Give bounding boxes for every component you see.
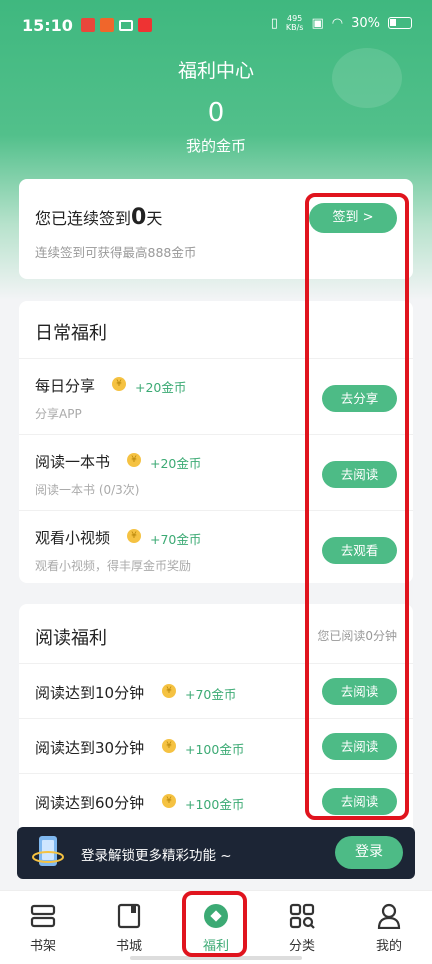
coin-icon: ¥ <box>162 794 176 808</box>
coins-label: 我的金币 <box>185 137 246 155</box>
task-desc: 阅读一本书 (0/3次) <box>35 483 140 497</box>
tab-bookstore[interactable]: 书城 <box>86 891 172 964</box>
category-icon <box>289 903 315 929</box>
coin-icon: ¥ <box>162 684 176 698</box>
network-speed-value: 495 <box>287 14 303 23</box>
coin-icon: ¥ <box>127 529 141 543</box>
profile-icon <box>377 903 401 929</box>
login-button[interactable]: 登录 <box>335 836 403 869</box>
annotation-highlight-actions <box>305 193 409 820</box>
sim-icon: ▣ <box>311 15 324 31</box>
coin-icon: ¥ <box>112 377 126 391</box>
checkin-subtitle: 连续签到可获得最高888金币 <box>35 245 197 260</box>
crown-icon <box>118 19 133 31</box>
task-reward: +20金币 <box>150 456 202 471</box>
status-indicators: ▯ 495 KB/s ▣ ◠ 30% <box>271 14 412 32</box>
task-reward: +70金币 <box>185 687 237 702</box>
task-name: 阅读达到60分钟 <box>35 794 145 812</box>
bookstore-icon <box>117 903 141 929</box>
coins-value: 0 <box>207 98 225 128</box>
tab-label: 书城 <box>115 939 142 954</box>
task-name: 每日分享 <box>35 377 96 395</box>
task-desc: 分享APP <box>35 407 82 421</box>
notification-icon <box>80 18 95 32</box>
tab-profile[interactable]: 我的 <box>346 891 432 964</box>
task-reward: +20金币 <box>135 380 187 395</box>
checkin-prefix: 您已连续签到 <box>35 209 132 228</box>
task-name: 观看小视频 <box>35 529 111 547</box>
tab-category[interactable]: 分类 <box>259 891 345 964</box>
task-reward: +70金币 <box>150 532 202 547</box>
page-title: 福利中心 <box>177 60 254 82</box>
status-bar: 15:10 ▯ 495 KB/s ▣ ◠ 30% <box>0 0 432 50</box>
notification-icon <box>137 18 152 32</box>
login-banner-text: 登录解锁更多精彩功能 ~ <box>81 848 232 864</box>
battery-icon <box>388 17 412 29</box>
wifi-icon: ◠ <box>331 15 344 31</box>
task-name: 阅读达到30分钟 <box>35 739 145 757</box>
tab-bookshelf[interactable]: 书架 <box>0 891 86 964</box>
checkin-headline: 您已连续签到0天 <box>35 205 162 230</box>
network-speed-unit: KB/s <box>285 23 304 32</box>
battery-percent: 30% <box>351 15 380 31</box>
tab-label: 分类 <box>288 939 315 954</box>
task-reward: +100金币 <box>185 797 245 812</box>
bookshelf-icon <box>30 904 56 928</box>
checkin-suffix: 天 <box>146 209 163 228</box>
tab-label: 书架 <box>29 939 56 954</box>
notification-icon <box>99 18 114 32</box>
task-desc: 观看小视频，得丰厚金币奖励 <box>35 559 192 573</box>
network-speed: 495 KB/s <box>286 14 304 32</box>
task-name: 阅读达到10分钟 <box>35 684 145 702</box>
login-banner: 登录解锁更多精彩功能 ~ 登录 <box>17 827 415 879</box>
phone-promo-icon <box>32 836 64 866</box>
status-time: 15:10 <box>22 15 73 35</box>
daily-welfare-title: 日常福利 <box>35 323 107 344</box>
task-reward: +100金币 <box>185 742 245 757</box>
checkin-days: 0 <box>131 205 147 230</box>
tab-label: 我的 <box>375 939 402 954</box>
annotation-highlight-welfare-tab <box>182 891 247 957</box>
reading-welfare-title: 阅读福利 <box>35 628 107 649</box>
coin-icon: ¥ <box>162 739 176 753</box>
vibrate-icon: ▯ <box>270 15 278 31</box>
task-name: 阅读一本书 <box>35 453 111 471</box>
coin-icon: ¥ <box>127 453 141 467</box>
